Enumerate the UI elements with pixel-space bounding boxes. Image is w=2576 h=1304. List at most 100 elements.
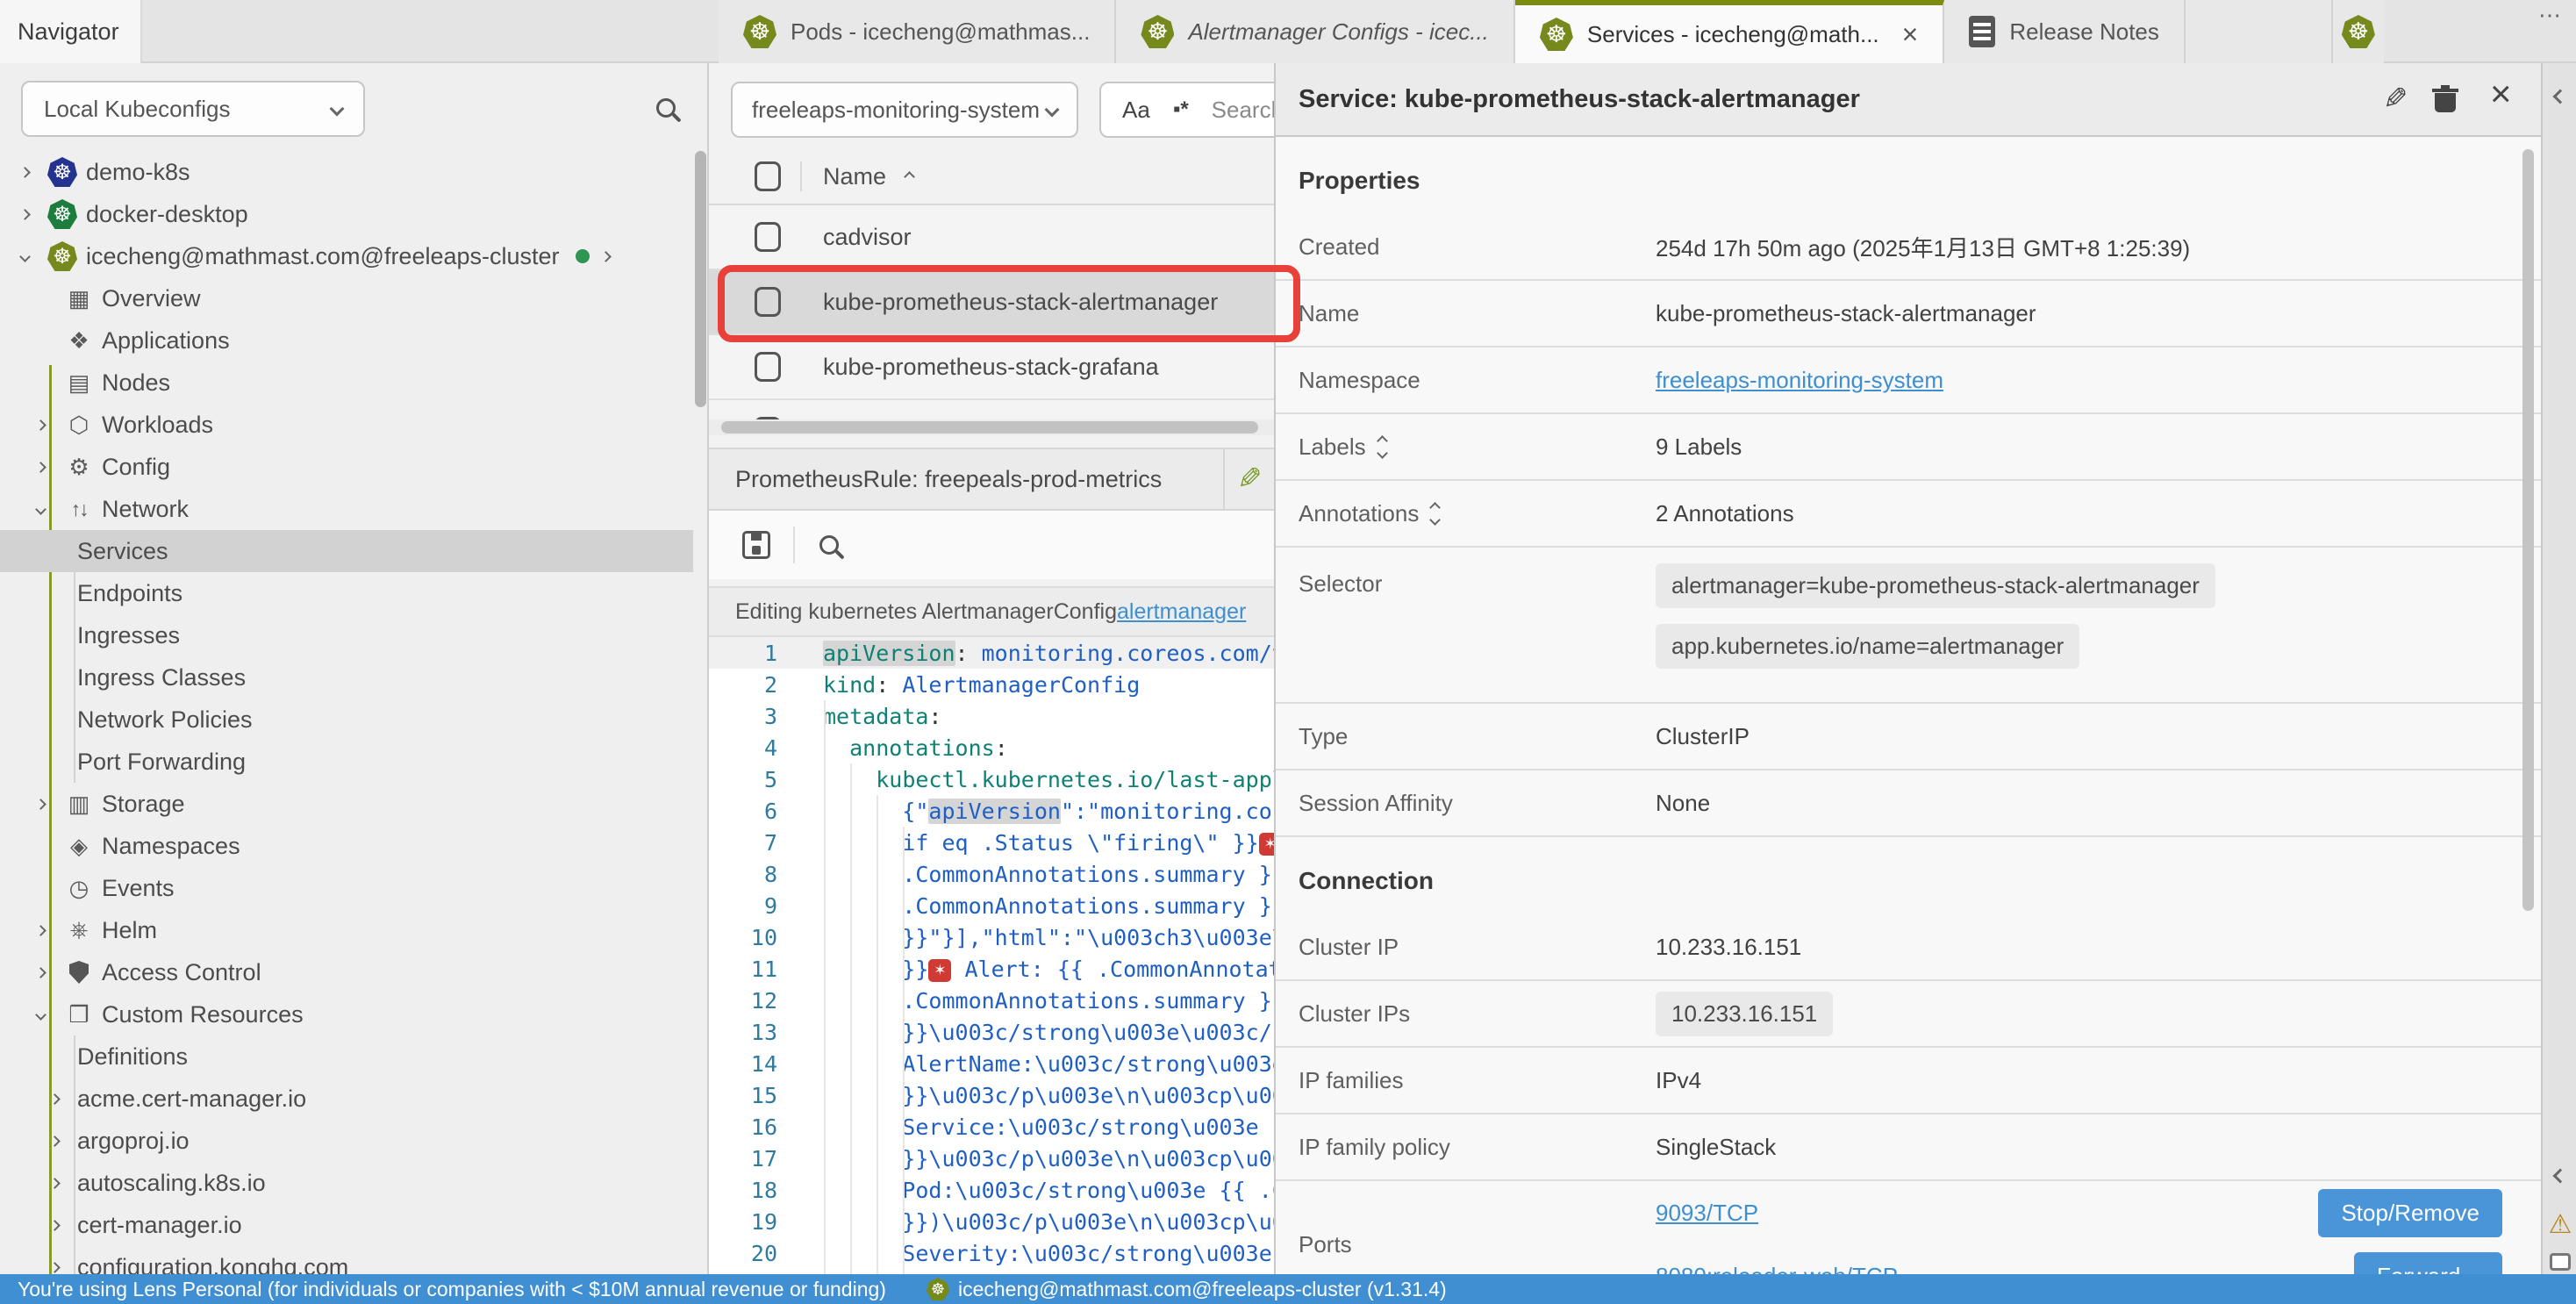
yaml-editor[interactable]: 1apiVersion: monitoring.coreos.com/v12ki… — [709, 637, 1274, 1274]
sidebar-item-label: Applications — [102, 327, 230, 355]
table-row[interactable]: cadvisor — [709, 205, 1274, 270]
sidebar-item-workloads[interactable]: ⬡Workloads — [0, 404, 693, 446]
drawer-scrollbar[interactable] — [2522, 149, 2534, 911]
chevron-right-icon[interactable] — [49, 1262, 61, 1273]
sidebar-item-storage[interactable]: ▥Storage — [0, 783, 693, 825]
chevron-right-icon[interactable] — [49, 1136, 61, 1147]
chevron-right-icon[interactable] — [35, 419, 47, 431]
sidebar-item-helm[interactable]: ⎈Helm — [0, 909, 693, 951]
row-checkbox[interactable] — [755, 352, 781, 382]
collapse-left-icon[interactable] — [2543, 1171, 2576, 1181]
editing-status-strip: Editing kubernetes AlertmanagerConfig al… — [709, 586, 1274, 637]
editor-search-icon[interactable] — [819, 535, 839, 555]
chevron-right-icon[interactable] — [49, 1093, 61, 1105]
collapse-left-icon[interactable] — [2543, 91, 2576, 102]
table-search-box[interactable]: Aa ▪* Search — [1099, 82, 1274, 138]
sidebar-item-ingress-classes[interactable]: Ingress Classes — [0, 656, 693, 699]
sidebar-item-services[interactable]: Services — [0, 530, 693, 572]
chevron-right-icon[interactable] — [600, 251, 612, 262]
active-cluster-status[interactable]: ☸ icecheng@mathmast.com@freeleaps-cluste… — [927, 1278, 1447, 1301]
edit-rule-button[interactable]: ✎ — [1223, 449, 1274, 509]
chevron-right-icon[interactable] — [35, 925, 47, 936]
chevron-slot — [37, 1011, 63, 1019]
sidebar-item-applications[interactable]: ❖Applications — [0, 319, 693, 362]
sidebar-item-network-policies[interactable]: Network Policies — [0, 699, 693, 741]
notification-card-icon[interactable] — [2543, 1253, 2576, 1271]
sidebar-item-events[interactable]: ◷Events — [0, 867, 693, 909]
sidebar-item-custom-resources[interactable]: ❒Custom Resources — [0, 993, 693, 1035]
chevron-right-icon[interactable] — [35, 799, 47, 810]
chevron-down-icon[interactable] — [35, 1009, 47, 1021]
property-row-type: TypeClusterIP — [1276, 704, 2541, 770]
edit-icon[interactable]: ✎ — [2383, 82, 2408, 117]
save-icon[interactable] — [742, 531, 770, 559]
tab-services-icecheng-math-[interactable]: ☸Services - icecheng@math...× — [1515, 0, 1944, 63]
table-hscroll-track[interactable] — [709, 419, 1274, 435]
property-row-session-affinity: Session AffinityNone — [1276, 770, 2541, 837]
sidebar-item-network[interactable]: ↑↓Network — [0, 488, 693, 530]
sidebar-item-access-control[interactable]: Access Control — [0, 951, 693, 993]
sidebar-item-autoscaling-k8s-io[interactable]: autoscaling.k8s.io — [0, 1162, 693, 1204]
prometheusrule-bar[interactable]: PrometheusRule: freepeals-prod-metrics ✎ — [709, 448, 1274, 511]
kubeconfig-select[interactable]: Local Kubeconfigs — [21, 81, 365, 137]
sidebar-item-config[interactable]: ⚙Config — [0, 446, 693, 488]
navigator-tab[interactable]: Navigator — [0, 0, 142, 63]
delete-icon[interactable] — [2434, 86, 2457, 112]
close-icon[interactable]: × — [1902, 20, 1919, 48]
warning-icon[interactable]: ⚠ — [2543, 1209, 2576, 1240]
code-line: 6 {"apiVersion":"monitoring.core — [709, 795, 1274, 827]
close-icon[interactable]: × — [2490, 75, 2512, 112]
search-icon[interactable] — [656, 98, 676, 118]
sidebar-item-argoproj-io[interactable]: argoproj.io — [0, 1120, 693, 1162]
sidebar-item-demo-k8s[interactable]: ☸demo-k8s — [0, 151, 693, 193]
sidebar-item-definitions[interactable]: Definitions — [0, 1035, 693, 1078]
chevron-down-icon[interactable] — [19, 251, 31, 262]
match-case-icon[interactable]: Aa — [1122, 97, 1150, 124]
namespace-link[interactable]: freeleaps-monitoring-system — [1656, 367, 1943, 393]
chevron-down-icon[interactable] — [35, 504, 47, 515]
sidebar-item-ingresses[interactable]: Ingresses — [0, 614, 693, 656]
row-checkbox[interactable] — [755, 222, 781, 252]
sidebar-item-overview[interactable]: ▦Overview — [0, 277, 693, 319]
stop-remove-button[interactable]: Stop/Remove — [2318, 1189, 2502, 1237]
chevron-right-icon[interactable] — [49, 1220, 61, 1231]
tab-partial-cluster[interactable]: ☸ — [2333, 0, 2384, 63]
select-all-checkbox[interactable] — [755, 161, 781, 191]
property-value: 2 Annotations — [1656, 500, 1794, 527]
sidebar-item-icecheng-mathmast-com-freeleap[interactable]: ☸icecheng@mathmast.com@freeleaps-cluster — [0, 235, 693, 277]
tab-alertmanager-configs-ice[interactable]: ☸Alertmanager Configs - icec... — [1116, 0, 1514, 63]
chevron-right-icon[interactable] — [35, 462, 47, 473]
sidebar-item-configuration-konghq-com[interactable]: configuration.konghq.com — [0, 1246, 693, 1274]
tab-overflow-icon[interactable]: ⋯ — [2538, 2, 2564, 29]
events-icon: ◷ — [63, 875, 95, 902]
chevron-slot — [37, 463, 63, 471]
chevron-up-icon — [1429, 502, 1441, 513]
search-placeholder: Search — [1212, 97, 1274, 124]
chevron-right-icon[interactable] — [19, 209, 31, 220]
regex-icon[interactable]: ▪* — [1173, 97, 1189, 122]
drawer-title: Service: kube-prometheus-stack-alertmana… — [1299, 85, 1860, 114]
chevron-right-icon[interactable] — [35, 967, 47, 978]
chevron-right-icon[interactable] — [49, 1178, 61, 1189]
sidebar-item-docker-desktop[interactable]: ☸docker-desktop — [0, 193, 693, 235]
sort-toggle-icon[interactable] — [1378, 437, 1386, 457]
table-row[interactable]: kube-prometheus-stack-grafana — [709, 335, 1274, 400]
sidebar-item-endpoints[interactable]: Endpoints — [0, 572, 693, 614]
port-link[interactable]: 9093/TCP — [1656, 1200, 1758, 1227]
tab-pods-icecheng-mathmas-[interactable]: ☸Pods - icecheng@mathmas... — [719, 0, 1116, 63]
table-hscroll-thumb[interactable] — [721, 421, 1258, 433]
editing-resource-link[interactable]: alertmanager — [1117, 599, 1246, 625]
sidebar-item-cert-manager-io[interactable]: cert-manager.io — [0, 1204, 693, 1246]
sidebar-item-nodes[interactable]: ▤Nodes — [0, 362, 693, 404]
tab-release-notes[interactable]: Release Notes — [1944, 0, 2186, 63]
chevron-right-icon[interactable] — [19, 167, 31, 178]
sidebar-item-namespaces[interactable]: ◈Namespaces — [0, 825, 693, 867]
sidebar-item-acme-cert-manager-io[interactable]: acme.cert-manager.io — [0, 1078, 693, 1120]
namespace-select[interactable]: freeleaps-monitoring-system — [731, 82, 1078, 138]
line-number: 5 — [709, 767, 781, 792]
sidebar-item-port-forwarding[interactable]: Port Forwarding — [0, 741, 693, 783]
active-cluster-label: icecheng@mathmast.com@freeleaps-cluster … — [958, 1278, 1447, 1301]
name-column-header[interactable]: Name — [823, 163, 913, 190]
sort-toggle-icon[interactable] — [1431, 504, 1439, 524]
sidebar-scrollbar[interactable] — [695, 151, 706, 407]
